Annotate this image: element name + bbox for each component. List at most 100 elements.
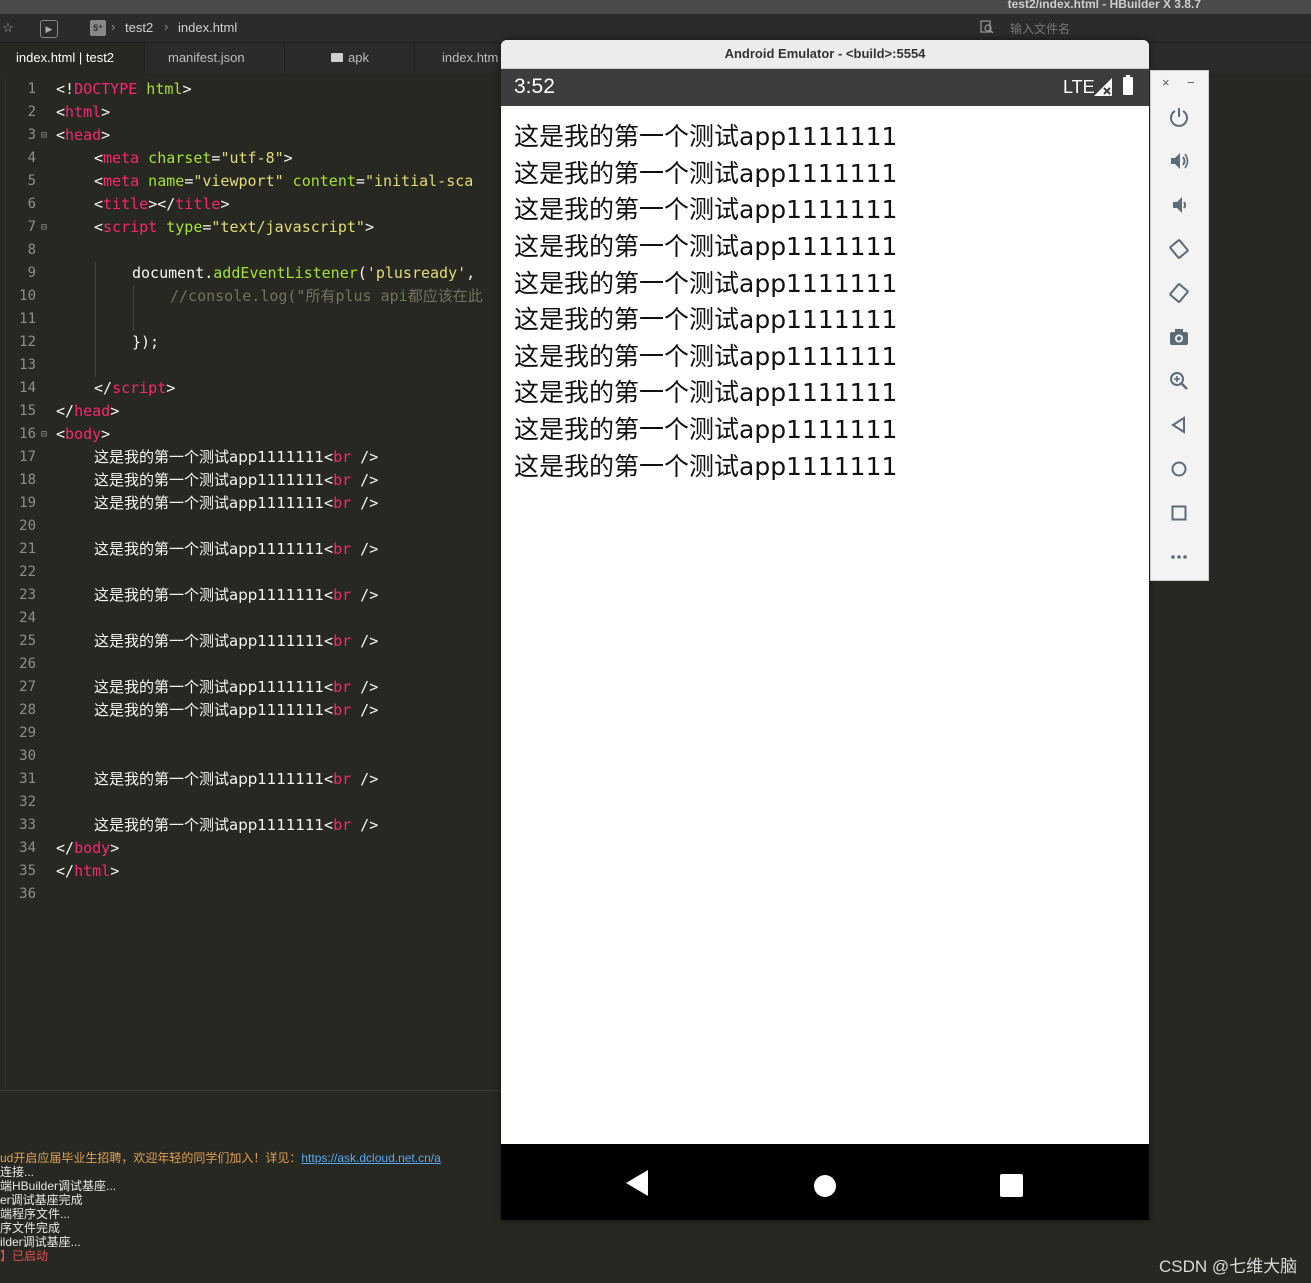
code-editor[interactable]: 1 <!DOCTYPE html> 2 <html> 3 ⊟ <head> 4 <meta… — [5, 78, 502, 1088]
console-line: 序文件完成 — [0, 1221, 61, 1235]
app-text-line: 这是我的第一个测试app1111111 — [514, 452, 898, 481]
code-line: 19 这是我的第一个测试app1111111<br /> — [19, 494, 379, 512]
console-line: 连接... — [0, 1165, 35, 1179]
file-search-icon[interactable] — [980, 20, 994, 34]
code-line: 9 document.addEventListener('plusready', — [27, 264, 476, 282]
app-text-line: 这是我的第一个测试app1111111 — [514, 232, 898, 261]
console-link[interactable]: https://ask.dcloud.net.cn/a — [301, 1151, 440, 1165]
rotate-left-icon[interactable] — [1168, 238, 1190, 260]
code-line: 22 — [19, 564, 36, 580]
close-icon[interactable]: × — [1162, 75, 1170, 90]
app-text-line: 这是我的第一个测试app1111111 — [514, 342, 898, 371]
tab-index-htm[interactable]: index.htm — [415, 43, 505, 73]
tab-label: index.html | test2 — [16, 50, 115, 65]
fold-toggle-icon[interactable]: ⊟ — [41, 423, 47, 446]
code-line: 7 ⊟ <script type="text/javascript"> — [6, 216, 502, 239]
code-line: 24 — [19, 610, 36, 626]
tab-label: manifest.json — [168, 50, 245, 65]
file-search-input[interactable]: 输入文件名 — [1010, 20, 1070, 37]
console-line: ud开启应届毕业生招聘，欢迎年轻的同学们加入！详见：https://ask.dc… — [0, 1151, 441, 1165]
code-line: 8 — [27, 242, 36, 258]
code-line: 27 这是我的第一个测试app1111111<br /> — [19, 678, 379, 696]
folder-icon — [331, 53, 343, 63]
app-text-line: 这是我的第一个测试app1111111 — [514, 195, 898, 224]
back-icon[interactable] — [1168, 414, 1190, 436]
minimize-icon[interactable]: − — [1187, 75, 1195, 90]
console-line: 端程序文件... — [0, 1207, 71, 1221]
fold-toggle-icon[interactable]: ⊟ — [41, 124, 47, 147]
code-line: 10//console.log("所有plus api都应该在此 — [19, 287, 483, 305]
code-line: 4 <meta charset="utf-8"> — [27, 149, 293, 167]
home-icon[interactable] — [1168, 458, 1190, 480]
signal-icon — [1094, 78, 1112, 96]
app-text-line: 这是我的第一个测试app1111111 — [514, 305, 898, 334]
nav-recents-icon[interactable] — [1000, 1174, 1023, 1197]
tab-index-html[interactable]: index.html | test2 — [0, 43, 145, 73]
code-line: 16 ⊟ <body> — [6, 423, 502, 446]
status-time: 3:52 — [514, 75, 555, 98]
volume-down-icon[interactable] — [1168, 194, 1190, 216]
tab-manifest-json[interactable]: manifest.json — [145, 43, 285, 73]
window-title: test2/index.html - HBuilder X 3.8.7 — [1007, 0, 1201, 11]
code-line: 26 — [19, 656, 36, 672]
code-line: 2 <html> — [27, 103, 111, 121]
camera-icon[interactable] — [1168, 326, 1190, 348]
project-icon: 5⁺ — [90, 20, 106, 36]
console-line: 端HBuilder调试基座... — [0, 1179, 117, 1193]
app-screen[interactable]: 这是我的第一个测试app1111111 这是我的第一个测试app1111111 … — [501, 106, 1149, 1144]
code-line: 36 — [19, 886, 36, 902]
app-text-line: 这是我的第一个测试app1111111 — [514, 269, 898, 298]
code-line: 5 <meta name="viewport" content="initial-… — [27, 172, 474, 190]
star-icon[interactable]: ☆ — [0, 20, 16, 36]
run-icon[interactable]: ▶ — [40, 20, 58, 38]
code-line: 13 — [19, 357, 36, 373]
console-line: er调试基座完成 — [0, 1193, 83, 1207]
code-line: 23 这是我的第一个测试app1111111<br /> — [19, 586, 379, 604]
android-emulator-window[interactable]: Android Emulator - <build>:5554 3:52 LTE… — [501, 40, 1149, 1220]
zoom-icon[interactable] — [1168, 370, 1190, 392]
emulator-controls-panel: × − — [1150, 70, 1209, 581]
tab-apk[interactable]: apk — [285, 43, 415, 73]
console-panel[interactable]: ud开启应届毕业生招聘，欢迎年轻的同学们加入！详见：https://ask.dc… — [0, 1090, 501, 1283]
code-line: 32 — [19, 794, 36, 810]
code-line: 29 — [19, 725, 36, 741]
breadcrumb-project[interactable]: test2 — [125, 20, 153, 35]
code-line: 18 这是我的第一个测试app1111111<br /> — [19, 471, 379, 489]
fold-toggle-icon[interactable]: ⊟ — [41, 216, 47, 239]
console-line: ilder调试基座... — [0, 1235, 81, 1249]
nav-back-icon[interactable] — [626, 1170, 648, 1196]
title-bar: test2/index.html - HBuilder X 3.8.7 — [0, 0, 1311, 14]
code-line: 31 这是我的第一个测试app1111111<br /> — [19, 770, 379, 788]
app-text-line: 这是我的第一个测试app1111111 — [514, 122, 898, 151]
overview-icon[interactable] — [1168, 502, 1190, 524]
app-text-line: 这是我的第一个测试app1111111 — [514, 159, 898, 188]
nav-home-icon[interactable] — [814, 1175, 836, 1197]
app-text-line: 这是我的第一个测试app1111111 — [514, 378, 898, 407]
emulator-title: Android Emulator - <build>:5554 — [501, 40, 1149, 69]
code-line: 33 这是我的第一个测试app1111111<br /> — [19, 816, 379, 834]
android-nav-bar — [501, 1144, 1149, 1220]
power-icon[interactable] — [1168, 106, 1190, 128]
volume-up-icon[interactable] — [1168, 150, 1190, 172]
android-status-bar: 3:52 LTE — [501, 69, 1149, 106]
code-line: 28 这是我的第一个测试app1111111<br /> — [19, 701, 379, 719]
battery-icon — [1123, 75, 1133, 95]
code-line: 30 — [19, 748, 36, 764]
code-line: 17 这是我的第一个测试app1111111<br /> — [19, 448, 379, 466]
toolbar: ☆ ▶ 5⁺ › test2 › index.html — [0, 14, 1311, 43]
code-line: 6 <title></title> — [27, 195, 230, 213]
code-line: 21 这是我的第一个测试app1111111<br /> — [19, 540, 379, 558]
code-line: 3 ⊟ <head> — [6, 124, 502, 147]
code-line: 15 </head> — [19, 402, 120, 420]
breadcrumb-file[interactable]: index.html — [178, 20, 237, 35]
network-type: LTE — [1063, 77, 1095, 97]
more-icon[interactable] — [1168, 546, 1190, 568]
tab-label: apk — [348, 50, 369, 65]
code-line: 34 </body> — [19, 839, 120, 857]
rotate-right-icon[interactable] — [1168, 282, 1190, 304]
code-line: 11 — [19, 311, 36, 327]
code-line: 35 </html> — [19, 862, 120, 880]
breadcrumb-separator: › — [111, 19, 116, 34]
app-text-line: 这是我的第一个测试app1111111 — [514, 415, 898, 444]
code-line: 20 — [19, 518, 36, 534]
